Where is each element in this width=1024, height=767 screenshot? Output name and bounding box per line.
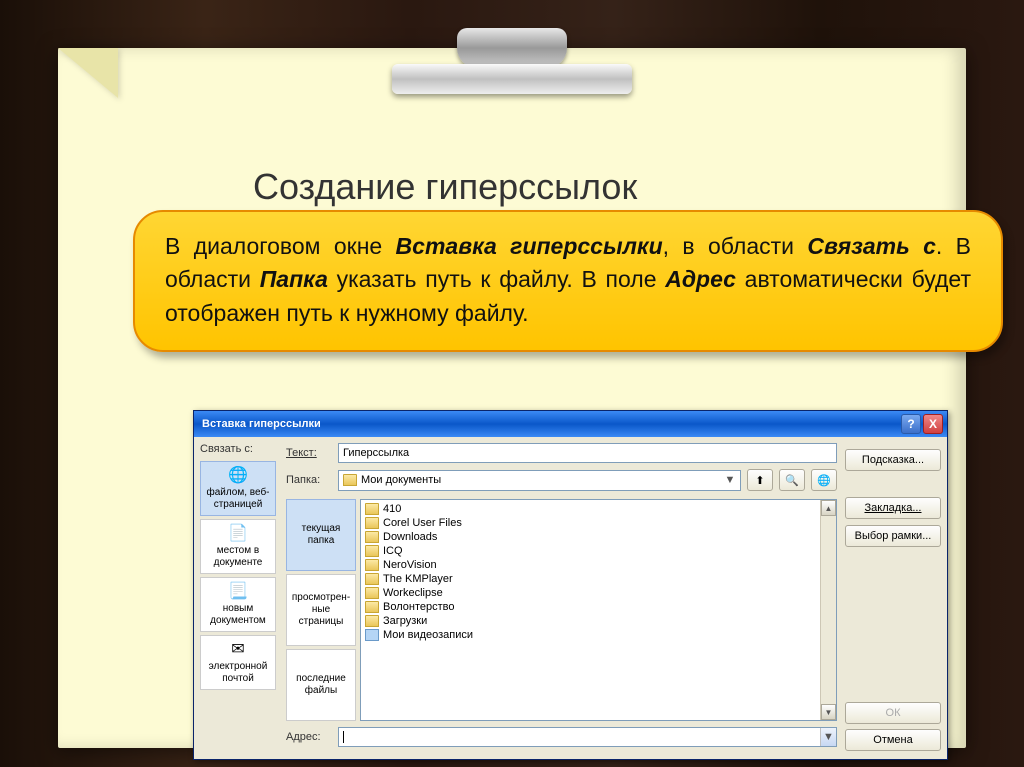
list-item[interactable]: The KMPlayer — [363, 572, 834, 586]
file-list[interactable]: 410 Corel User Files Downloads ICQ NeroV… — [360, 499, 837, 721]
folder-icon — [365, 503, 379, 515]
link-type-file-webpage[interactable]: 🌐 файлом, веб-страницей — [200, 461, 276, 516]
new-document-icon: 📃 — [228, 583, 248, 601]
close-button[interactable]: X — [923, 414, 943, 434]
browse-tab-current-folder[interactable]: текущая папка — [286, 499, 356, 571]
callout-em-3: Папка — [260, 266, 328, 292]
cancel-button[interactable]: Отмена — [845, 729, 941, 751]
folder-icon — [365, 601, 379, 613]
folder-icon — [365, 587, 379, 599]
link-type-email[interactable]: ✉ электронной почтой — [200, 635, 276, 690]
link-type-place-in-document[interactable]: 📄 местом в документе — [200, 519, 276, 574]
browse-web-button[interactable]: 🌐 — [811, 469, 837, 491]
list-item[interactable]: Мои видеозаписи — [363, 628, 834, 642]
folder-icon — [365, 545, 379, 557]
list-item[interactable]: Workeclipse — [363, 586, 834, 600]
chevron-down-icon: ▼ — [722, 474, 738, 486]
up-arrow-icon: ⬆ — [755, 474, 764, 487]
folder-value: Мои документы — [361, 474, 441, 486]
browse-file-button[interactable]: 🔍 — [779, 469, 805, 491]
corner-fold — [58, 48, 118, 98]
address-label: Адрес: — [286, 731, 332, 743]
address-input[interactable]: ▼ — [338, 727, 837, 747]
callout-em-1: Вставка гиперссылки — [396, 233, 663, 259]
scroll-up-button[interactable]: ▲ — [821, 500, 836, 516]
dialog-titlebar[interactable]: Вставка гиперссылки ? X — [194, 411, 947, 437]
globe-icon: 🌐 — [228, 467, 248, 485]
browse-area: текущая папка просмотрен-ные страницы по… — [286, 499, 837, 721]
folder-icon — [365, 573, 379, 585]
document-icon: 📄 — [228, 525, 248, 543]
help-button[interactable]: ? — [901, 414, 921, 434]
web-icon: 🌐 — [817, 474, 831, 487]
binder-clip — [392, 28, 632, 110]
list-item[interactable]: Downloads — [363, 530, 834, 544]
insert-hyperlink-dialog: Вставка гиперссылки ? X Связать с: 🌐 фай… — [193, 410, 948, 760]
browse-tab-recent-files[interactable]: последние файлы — [286, 649, 356, 721]
list-item[interactable]: NeroVision — [363, 558, 834, 572]
file-icon — [365, 629, 379, 641]
screentip-button[interactable]: Подсказка... — [845, 449, 941, 471]
display-text-input[interactable] — [338, 443, 837, 463]
dialog-title: Вставка гиперссылки — [202, 418, 321, 430]
dialog-body: Связать с: 🌐 файлом, веб-страницей 📄 мес… — [194, 437, 947, 759]
list-item[interactable]: Волонтерство — [363, 600, 834, 614]
callout-em-2: Связать с — [807, 233, 936, 259]
folder-dropdown[interactable]: Мои документы ▼ — [338, 470, 741, 491]
slide-title: Создание гиперссылок — [253, 166, 637, 208]
scroll-down-button[interactable]: ▼ — [821, 704, 836, 720]
right-button-column: Подсказка... Закладка... Выбор рамки... … — [837, 443, 941, 753]
folder-icon — [365, 615, 379, 627]
folder-icon — [365, 531, 379, 543]
center-column: Текст: Папка: Мои документы ▼ ⬆ 🔍 🌐 — [278, 443, 837, 753]
mail-icon: ✉ — [231, 641, 244, 659]
callout-text: В диалоговом окне — [165, 233, 396, 259]
link-type-column: Связать с: 🌐 файлом, веб-страницей 📄 мес… — [200, 443, 278, 753]
folder-label: Папка: — [286, 474, 332, 486]
bookmark-button[interactable]: Закладка... — [845, 497, 941, 519]
target-frame-button[interactable]: Выбор рамки... — [845, 525, 941, 547]
up-one-level-button[interactable]: ⬆ — [747, 469, 773, 491]
link-type-new-document[interactable]: 📃 новым документом — [200, 577, 276, 632]
slide-sticky-note: Создание гиперссылок В диалоговом окне В… — [58, 48, 966, 748]
folder-icon — [343, 474, 357, 486]
scrollbar[interactable]: ▲ ▼ — [820, 500, 836, 720]
browse-tab-browsed-pages[interactable]: просмотрен-ные страницы — [286, 574, 356, 646]
list-item[interactable]: Загрузки — [363, 614, 834, 628]
instruction-callout: В диалоговом окне Вставка гиперссылки, в… — [133, 210, 1003, 352]
callout-em-4: Адрес — [665, 266, 736, 292]
text-label: Текст: — [286, 447, 332, 459]
ok-button[interactable]: ОК — [845, 702, 941, 724]
text-caret — [343, 731, 344, 743]
list-item[interactable]: 410 — [363, 502, 834, 516]
folder-icon — [365, 559, 379, 571]
magnifier-icon: 🔍 — [785, 474, 799, 487]
folder-icon — [365, 517, 379, 529]
chevron-down-icon[interactable]: ▼ — [820, 728, 836, 746]
link-with-label: Связать с: — [200, 443, 278, 455]
list-item[interactable]: Corel User Files — [363, 516, 834, 530]
list-item[interactable]: ICQ — [363, 544, 834, 558]
browse-tabs: текущая папка просмотрен-ные страницы по… — [286, 499, 356, 721]
